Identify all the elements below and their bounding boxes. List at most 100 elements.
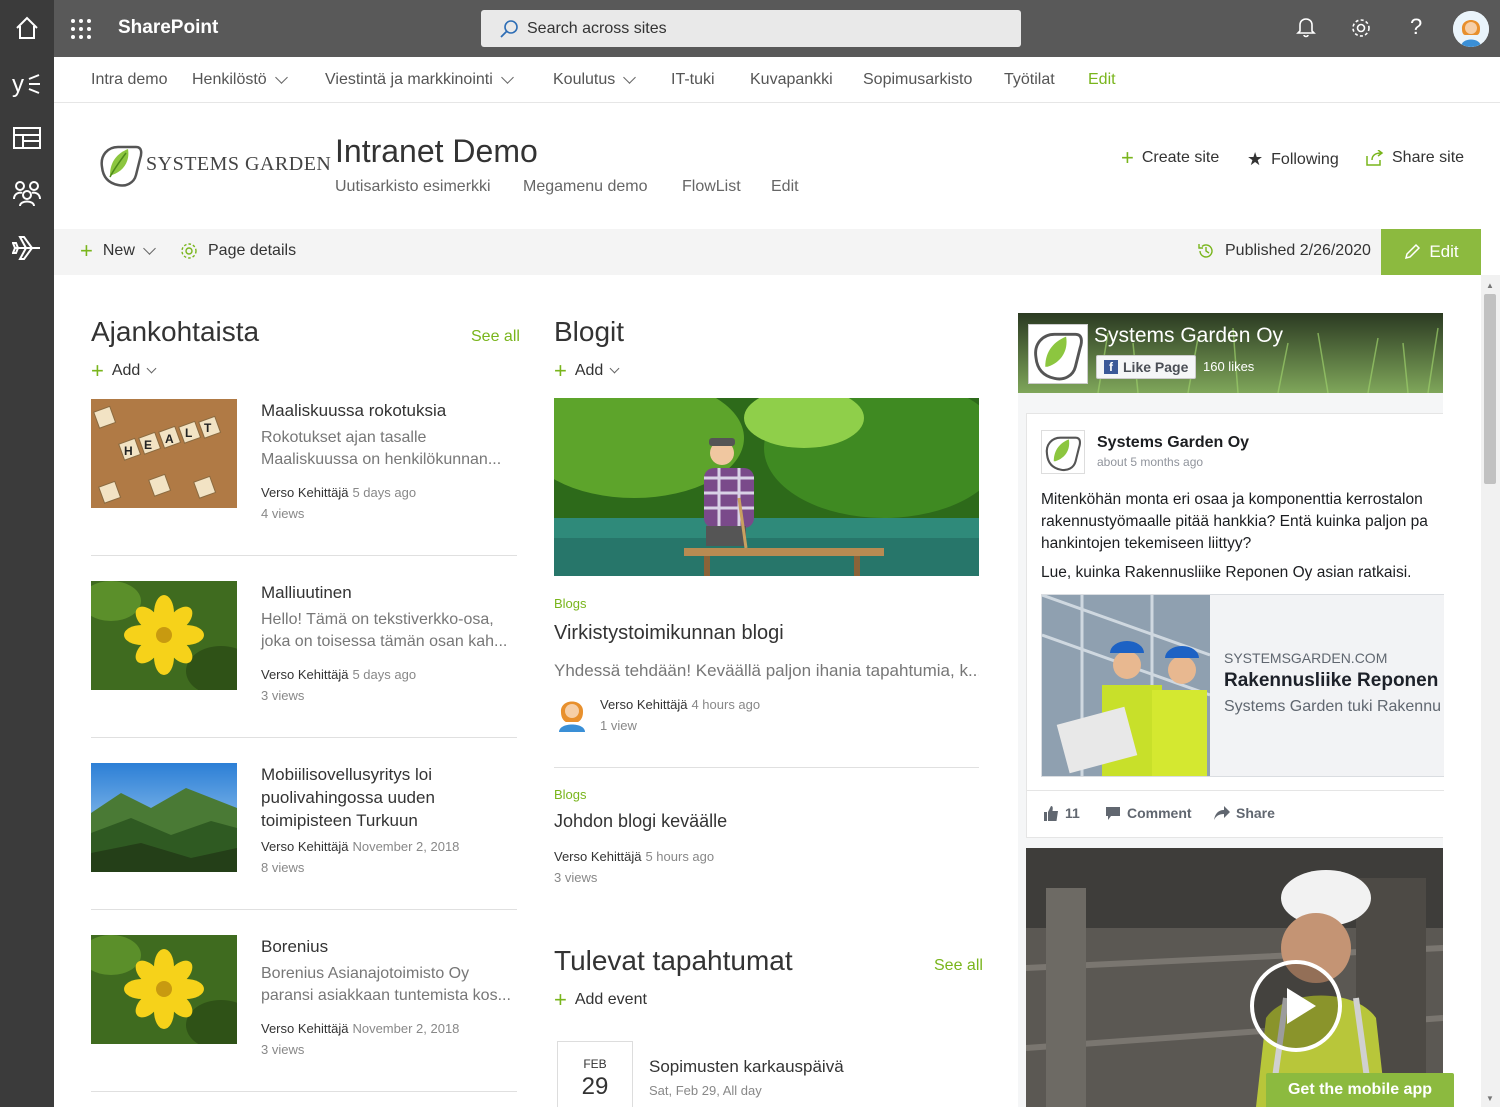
like-page-label: Like Page bbox=[1123, 359, 1189, 375]
divider bbox=[91, 737, 517, 738]
following-button[interactable]: ★ Following bbox=[1247, 149, 1339, 170]
nav-item-intra-demo[interactable]: Intra demo bbox=[91, 71, 167, 89]
post-link-card[interactable]: SYSTEMSGARDEN.COM Rakennusliike Reponen … bbox=[1041, 594, 1444, 777]
create-site-button[interactable]: + Create site bbox=[1121, 145, 1219, 170]
blog-author: Verso Kehittäjä 5 hours ago bbox=[554, 849, 714, 864]
chevron-down-icon bbox=[143, 242, 156, 255]
event-date-box[interactable]: FEB 29 bbox=[557, 1041, 633, 1107]
author-name[interactable]: Verso Kehittäjä bbox=[261, 667, 348, 682]
facebook-page-name[interactable]: Systems Garden Oy bbox=[1094, 324, 1283, 348]
yammer-icon[interactable]: y bbox=[0, 56, 54, 112]
author-name[interactable]: Verso Kehittäjä bbox=[261, 485, 348, 500]
app-bar: y bbox=[0, 0, 54, 1107]
news-add-button[interactable]: + Add bbox=[91, 360, 157, 382]
comment-action[interactable]: Comment bbox=[1105, 805, 1192, 821]
blog-tag[interactable]: Blogs bbox=[554, 787, 587, 802]
plus-icon: + bbox=[1121, 145, 1134, 170]
chevron-down-icon bbox=[609, 363, 620, 374]
facebook-like-page-button[interactable]: f Like Page bbox=[1096, 355, 1197, 379]
event-when: Sat, Feb 29, All day bbox=[649, 1083, 762, 1098]
news-thumbnail: HEALT bbox=[91, 399, 237, 508]
nav-item-koulutus[interactable]: Koulutus bbox=[553, 71, 637, 89]
blogs-add-button[interactable]: + Add bbox=[554, 360, 620, 382]
news-views: 8 views bbox=[261, 860, 305, 875]
divider bbox=[91, 555, 517, 556]
news-title[interactable]: Mobiilisovellusyritys loi puolivahingoss… bbox=[261, 763, 517, 832]
blog-date: 4 hours ago bbox=[691, 697, 761, 712]
news-item[interactable]: HEALT Maaliskuussa rokotuksia Rokotukset… bbox=[91, 399, 517, 559]
hub-navigation: Intra demo Henkilöstö Viestintä ja markk… bbox=[54, 57, 1500, 103]
blog-title[interactable]: Virkistystoimikunnan blogi bbox=[554, 622, 784, 645]
blog-tag[interactable]: Blogs bbox=[554, 596, 587, 611]
bell-icon[interactable] bbox=[1296, 16, 1316, 43]
facebook-video[interactable] bbox=[1026, 848, 1443, 1107]
blog-title[interactable]: Johdon blogi keväälle bbox=[554, 811, 727, 832]
nav-edit-link[interactable]: Edit bbox=[1088, 71, 1116, 89]
sites-icon[interactable] bbox=[0, 110, 54, 166]
events-see-all-link[interactable]: See all bbox=[934, 957, 983, 975]
site-logo[interactable]: SYSTEMS GARDEN bbox=[96, 139, 331, 189]
edit-page-button[interactable]: Edit bbox=[1381, 229, 1481, 275]
nav-item-tyotilat[interactable]: Työtilat bbox=[1004, 71, 1055, 89]
comment-label: Comment bbox=[1127, 805, 1192, 821]
site-link-megamenu[interactable]: Megamenu demo bbox=[523, 178, 648, 196]
site-link-flowlist[interactable]: FlowList bbox=[682, 178, 741, 196]
news-item[interactable]: Malliuutinen Hello! Tämä on tekstiverkko… bbox=[91, 581, 517, 741]
scroll-up-icon[interactable]: ▲ bbox=[1486, 281, 1494, 290]
author-name[interactable]: Verso Kehittäjä bbox=[600, 697, 687, 712]
site-link-uutisarkisto[interactable]: Uutisarkisto esimerkki bbox=[335, 178, 491, 196]
play-button-icon[interactable] bbox=[1250, 960, 1342, 1052]
like-action[interactable]: 11 bbox=[1043, 805, 1080, 821]
news-title[interactable]: Borenius bbox=[261, 935, 517, 958]
scrollbar-thumb[interactable] bbox=[1484, 294, 1496, 484]
facebook-cover[interactable]: Systems Garden Oy f Like Page 160 likes bbox=[1018, 313, 1443, 393]
add-label: Add bbox=[111, 362, 141, 379]
get-mobile-app-button[interactable]: Get the mobile app bbox=[1266, 1073, 1454, 1107]
search-box[interactable]: Search across sites bbox=[481, 10, 1021, 47]
news-date: November 2, 2018 bbox=[352, 839, 460, 854]
airplane-icon[interactable] bbox=[0, 220, 54, 276]
chevron-down-icon bbox=[500, 71, 514, 84]
share-action[interactable]: Share bbox=[1214, 805, 1275, 821]
nav-label: Sopimusarkisto bbox=[863, 71, 973, 88]
nav-item-henkilosto[interactable]: Henkilöstö bbox=[192, 71, 288, 89]
news-item[interactable]: Mobiilisovellusyritys loi puolivahingoss… bbox=[91, 763, 517, 923]
nav-label: Koulutus bbox=[553, 71, 616, 88]
post-author-avatar[interactable] bbox=[1041, 430, 1085, 474]
new-button[interactable]: + New bbox=[80, 240, 156, 262]
news-title[interactable]: Maaliskuussa rokotuksia bbox=[261, 399, 517, 422]
page-details-button[interactable]: Page details bbox=[180, 242, 296, 260]
pencil-icon bbox=[1405, 243, 1421, 260]
site-title[interactable]: Intranet Demo bbox=[335, 133, 538, 170]
news-description: Borenius Asianajotoimisto Oy paransi asi… bbox=[261, 965, 511, 1004]
site-link-edit[interactable]: Edit bbox=[771, 178, 799, 196]
gear-icon[interactable] bbox=[1350, 17, 1372, 44]
news-item[interactable]: Borenius Borenius Asianajotoimisto Oy pa… bbox=[91, 935, 517, 1095]
news-views: 3 views bbox=[261, 688, 305, 703]
facebook-profile-logo bbox=[1028, 324, 1088, 384]
scroll-down-icon[interactable]: ▼ bbox=[1486, 1094, 1494, 1103]
news-see-all-link[interactable]: See all bbox=[471, 328, 520, 346]
search-placeholder: Search across sites bbox=[527, 19, 667, 37]
blog-hero-image[interactable] bbox=[554, 398, 979, 576]
avatar[interactable] bbox=[1453, 11, 1489, 47]
nav-item-it-tuki[interactable]: IT-tuki bbox=[671, 71, 715, 89]
post-author[interactable]: Systems Garden Oy bbox=[1097, 434, 1249, 452]
help-icon[interactable]: ? bbox=[1410, 14, 1422, 40]
author-name[interactable]: Verso Kehittäjä bbox=[261, 1021, 348, 1036]
add-event-button[interactable]: + Add event bbox=[554, 989, 647, 1011]
nav-item-sopimusarkisto[interactable]: Sopimusarkisto bbox=[863, 71, 972, 89]
home-icon[interactable] bbox=[0, 0, 54, 56]
sharepoint-brand[interactable]: SharePoint bbox=[118, 17, 218, 39]
divider bbox=[91, 909, 517, 910]
author-name[interactable]: Verso Kehittäjä bbox=[261, 839, 348, 854]
post-time[interactable]: about 5 months ago bbox=[1097, 455, 1203, 469]
author-name[interactable]: Verso Kehittäjä bbox=[554, 849, 641, 864]
nav-item-viestinta[interactable]: Viestintä ja markkinointi bbox=[325, 71, 514, 89]
event-title[interactable]: Sopimusten karkauspäivä bbox=[649, 1057, 844, 1077]
share-site-button[interactable]: Share site bbox=[1366, 149, 1464, 167]
nav-item-kuvapankki[interactable]: Kuvapankki bbox=[750, 71, 833, 89]
app-launcher-icon[interactable] bbox=[68, 16, 94, 42]
news-title[interactable]: Malliuutinen bbox=[261, 581, 517, 604]
people-icon[interactable] bbox=[0, 165, 54, 221]
